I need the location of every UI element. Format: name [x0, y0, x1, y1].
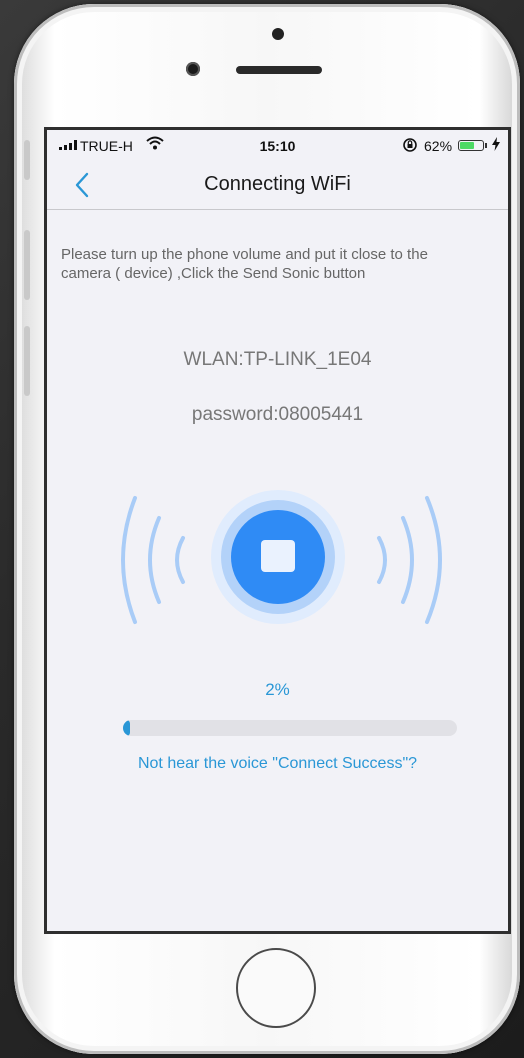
wifi-password: password:08005441 [191, 404, 364, 425]
stop-icon [261, 540, 295, 572]
battery-icon [458, 140, 484, 151]
sound-wave-right-inner [377, 536, 387, 584]
send-sonic-button[interactable] [211, 490, 345, 624]
wlan-name: WLAN:TP-LINK_1E04 [183, 349, 372, 370]
mute-switch [24, 140, 30, 180]
proximity-sensor [272, 28, 284, 40]
sound-wave-left-outer [121, 496, 137, 624]
progress-fill [123, 720, 130, 736]
app-screen: TRUE-H 15:10 62% Connecting WiFi Please … [44, 127, 511, 934]
progress-bar [123, 720, 457, 736]
earpiece-speaker [236, 66, 322, 74]
home-button[interactable] [236, 948, 316, 1028]
front-camera [186, 62, 200, 76]
volume-up-button [24, 230, 30, 300]
navigation-bar: Connecting WiFi [47, 162, 508, 210]
instructions-text: Please turn up the phone volume and put … [61, 246, 428, 282]
volume-down-button [24, 326, 30, 396]
sound-wave-right-middle [401, 516, 414, 604]
orientation-lock-icon [402, 137, 418, 156]
battery-percent: 62% [424, 138, 453, 154]
sound-wave-left-middle [148, 516, 161, 604]
progress-percent: 2% [265, 680, 290, 699]
status-bar: TRUE-H 15:10 62% [47, 130, 508, 162]
page-title: Connecting WiFi [204, 173, 351, 195]
battery-cap [485, 143, 487, 148]
sound-wave-right-outer [425, 496, 442, 624]
charging-icon [492, 137, 500, 154]
not-hear-voice-link[interactable]: Not hear the voice "Connect Success"? [47, 755, 508, 773]
sound-wave-left-inner [175, 536, 185, 584]
